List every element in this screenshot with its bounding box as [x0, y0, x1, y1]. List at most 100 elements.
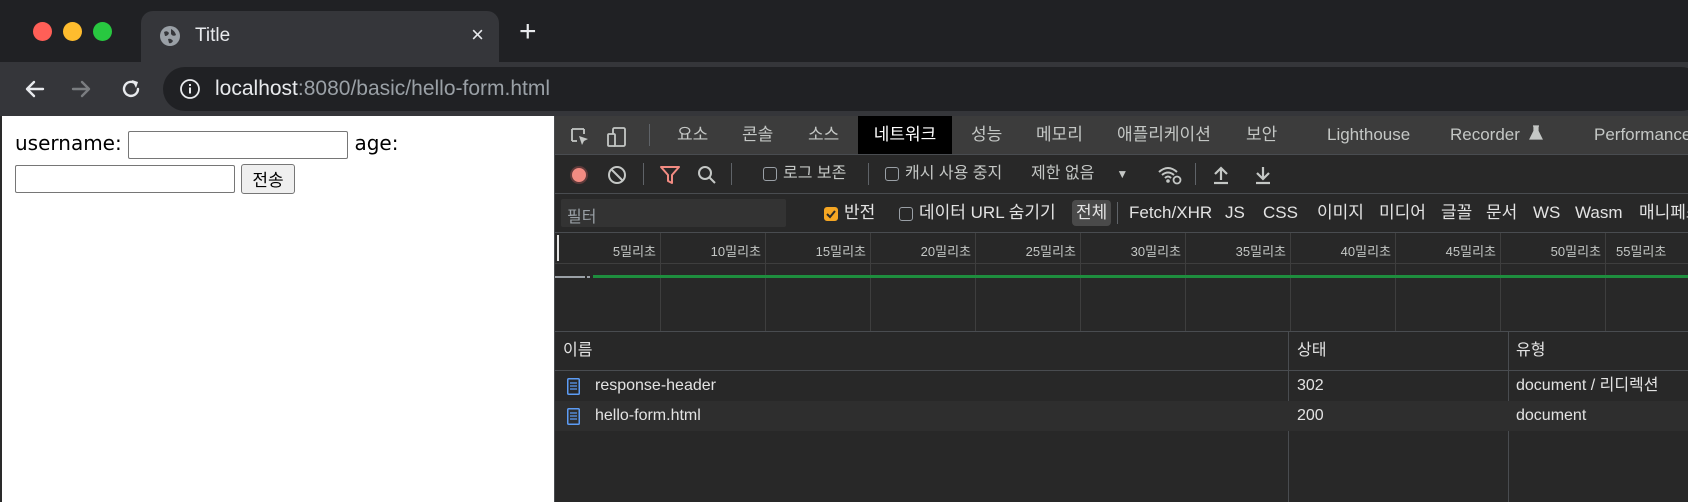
- record-icon[interactable]: [569, 165, 589, 185]
- search-icon[interactable]: [697, 165, 717, 185]
- devtools-tab-bar: 요소 콘솔 소스 네트워크 성능 메모리 애플리케이션 보안 Lighthous…: [555, 116, 1688, 155]
- clear-icon[interactable]: [607, 165, 627, 185]
- column-header-name[interactable]: 이름: [563, 332, 593, 371]
- invert-label: 반전: [844, 203, 876, 222]
- close-window-button[interactable]: [33, 22, 52, 41]
- timeline-tick-label: 5밀리초: [612, 244, 656, 259]
- username-input[interactable]: [128, 130, 349, 159]
- export-har-icon[interactable]: [1253, 164, 1273, 186]
- tab-memory[interactable]: 메모리: [1036, 116, 1083, 154]
- tab-performance[interactable]: 성능: [971, 116, 1002, 154]
- request-status: 302: [1297, 377, 1324, 394]
- tab-strip: Title × +: [0, 0, 1688, 62]
- browser-toolbar: localhost:8080/basic/hello-form.html: [0, 62, 1688, 116]
- filter-type-manifest[interactable]: 매니페스: [1639, 194, 1688, 232]
- toolbar-separator: [649, 124, 650, 146]
- filter-type-doc[interactable]: 문서: [1486, 194, 1517, 232]
- timeline-gridline: [1605, 233, 1606, 331]
- preserve-log-checkbox[interactable]: [763, 166, 777, 181]
- document-icon: [567, 378, 580, 395]
- tab-lighthouse[interactable]: Lighthouse: [1327, 116, 1410, 154]
- filter-type-font[interactable]: 글꼴: [1441, 194, 1472, 232]
- submit-button[interactable]: 전송: [241, 163, 295, 194]
- hide-data-urls-checkbox[interactable]: [899, 206, 913, 221]
- request-status: 200: [1297, 407, 1324, 424]
- filter-type-ws[interactable]: WS: [1533, 194, 1560, 232]
- tab-performance-insights[interactable]: Performance: [1594, 116, 1688, 154]
- url-text: localhost:8080/basic/hello-form.html: [215, 77, 550, 101]
- web-page-content: username: age: 전송: [0, 116, 556, 502]
- import-har-icon[interactable]: [1211, 164, 1231, 186]
- request-type: document: [1516, 407, 1587, 424]
- throttling-select[interactable]: 제한 없음 ▼: [1031, 155, 1128, 193]
- column-header-status[interactable]: 상태: [1297, 332, 1327, 371]
- device-toolbar-icon[interactable]: [606, 126, 628, 148]
- timeline-gridline: [765, 233, 766, 331]
- new-tab-button[interactable]: +: [519, 17, 537, 47]
- invert-checkbox[interactable]: [824, 206, 838, 221]
- checkmark-icon: [826, 209, 836, 218]
- dropdown-arrow-icon: ▼: [1116, 167, 1129, 181]
- network-overview-timeline[interactable]: 5밀리초 10밀리초 15밀리초 20밀리초 25밀리초 30밀리초 35밀리초…: [555, 233, 1688, 332]
- invert-toggle[interactable]: 반전: [824, 194, 875, 232]
- minimize-window-button[interactable]: [63, 22, 82, 41]
- filter-row: 필터 반전 데이터 URL 숨기기 전체 Fetch/XHR JS CSS 이미…: [555, 194, 1688, 233]
- hide-data-urls-toggle[interactable]: 데이터 URL 숨기기: [899, 194, 1056, 232]
- timeline-tick-label: 35밀리초: [1235, 244, 1286, 259]
- disable-cache-label: 캐시 사용 중지: [905, 165, 1003, 182]
- maximize-window-button[interactable]: [93, 22, 112, 41]
- tab-security[interactable]: 보안: [1246, 116, 1277, 154]
- timeline-gridline: [1290, 233, 1291, 331]
- timeline-tick-label: 30밀리초: [1130, 244, 1181, 259]
- info-icon[interactable]: [179, 78, 201, 100]
- timeline-gridline: [870, 233, 871, 331]
- toolbar-separator: [1117, 202, 1118, 224]
- filter-icon[interactable]: [659, 165, 681, 185]
- hello-form: username: age: 전송: [15, 126, 398, 194]
- filter-input[interactable]: 필터: [561, 199, 786, 227]
- filter-type-img[interactable]: 이미지: [1317, 194, 1364, 232]
- filter-type-js[interactable]: JS: [1225, 194, 1245, 232]
- filter-type-all[interactable]: 전체: [1072, 200, 1112, 226]
- toolbar-separator: [868, 163, 869, 185]
- tab-recorder-label: Recorder: [1450, 125, 1520, 144]
- preserve-log-toggle[interactable]: 로그 보존: [763, 155, 846, 193]
- timeline-tick-label: 15밀리초: [815, 244, 866, 259]
- filter-type-media[interactable]: 미디어: [1379, 194, 1426, 232]
- timeline-gridline: [660, 233, 661, 331]
- browser-window: Title × + localhost:8080/basic/hello-for…: [0, 0, 1688, 502]
- timeline-gridline: [1080, 233, 1081, 331]
- inspect-element-icon[interactable]: [569, 126, 591, 148]
- browser-tab[interactable]: Title ×: [141, 11, 499, 62]
- tab-recorder[interactable]: Recorder: [1450, 116, 1543, 154]
- timeline-gridline: [1185, 233, 1186, 331]
- timeline-gridline: [1500, 233, 1501, 331]
- tab-console[interactable]: 콘솔: [742, 116, 773, 154]
- tab-close-icon[interactable]: ×: [471, 22, 484, 48]
- forward-arrow-icon[interactable]: [67, 75, 95, 103]
- filter-type-css[interactable]: CSS: [1263, 194, 1298, 232]
- tab-sources[interactable]: 소스: [808, 116, 839, 154]
- toolbar-separator: [731, 163, 732, 185]
- devtools-panel: 요소 콘솔 소스 네트워크 성능 메모리 애플리케이션 보안 Lighthous…: [554, 116, 1688, 502]
- disable-cache-checkbox[interactable]: [885, 166, 899, 181]
- tab-network[interactable]: 네트워크: [858, 116, 952, 154]
- network-conditions-icon[interactable]: [1157, 164, 1183, 186]
- table-row[interactable]: response-header 302 document / 리디렉션: [555, 371, 1688, 401]
- timeline-header-divider: [555, 263, 1688, 264]
- filter-type-fetch-xhr[interactable]: Fetch/XHR: [1129, 194, 1212, 232]
- tab-elements[interactable]: 요소: [677, 116, 708, 154]
- age-input[interactable]: [15, 164, 235, 193]
- disable-cache-toggle[interactable]: 캐시 사용 중지: [885, 155, 1002, 193]
- address-bar[interactable]: localhost:8080/basic/hello-form.html: [163, 67, 1688, 111]
- request-name: hello-form.html: [595, 407, 701, 424]
- timeline-tick-label: 45밀리초: [1445, 244, 1496, 259]
- hide-data-urls-label: 데이터 URL 숨기기: [919, 203, 1056, 222]
- timeline-tick-label: 55밀리초: [1616, 244, 1667, 259]
- tab-application[interactable]: 애플리케이션: [1117, 116, 1211, 154]
- reload-icon[interactable]: [117, 75, 145, 103]
- table-row[interactable]: hello-form.html 200 document: [555, 401, 1688, 431]
- back-arrow-icon[interactable]: [21, 75, 49, 103]
- column-header-type[interactable]: 유형: [1516, 332, 1546, 371]
- filter-type-wasm[interactable]: Wasm: [1575, 194, 1623, 232]
